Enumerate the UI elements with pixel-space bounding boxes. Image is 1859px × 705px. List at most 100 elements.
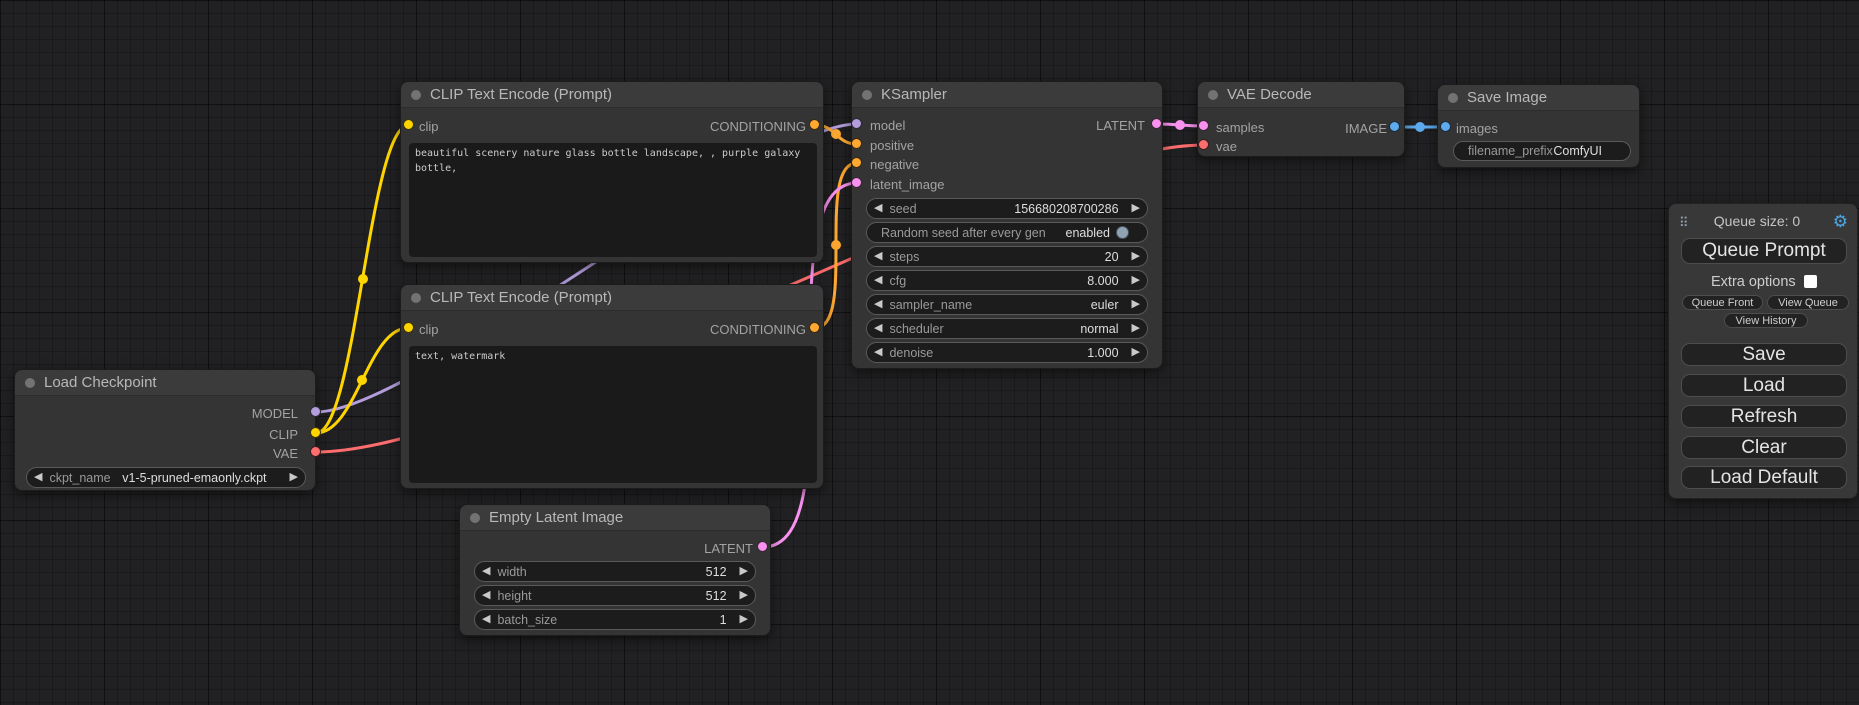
cfg-widget[interactable]: ◀ cfg 8.000 ▶ — [866, 270, 1148, 291]
node-title-bar[interactable]: CLIP Text Encode (Prompt) — [401, 285, 823, 311]
increment-arrow-icon[interactable]: ▶ — [733, 586, 755, 605]
toggle-circle-icon[interactable] — [1116, 226, 1129, 239]
collapse-dot-icon[interactable] — [470, 513, 480, 523]
increment-arrow-icon[interactable]: ▶ — [283, 468, 305, 487]
scheduler-widget[interactable]: ◀ scheduler normal ▶ — [866, 318, 1148, 339]
decrement-arrow-icon[interactable]: ◀ — [867, 319, 889, 338]
node-title-bar[interactable]: Save Image — [1438, 85, 1639, 111]
random-seed-widget[interactable]: Random seed after every gen enabled — [866, 222, 1148, 243]
decrement-arrow-icon[interactable]: ◀ — [867, 199, 889, 218]
filename-prefix-widget[interactable]: filename_prefix ComfyUI — [1453, 141, 1631, 161]
collapse-dot-icon[interactable] — [25, 378, 35, 388]
port-clip-input-negative[interactable] — [403, 322, 414, 333]
collapse-dot-icon[interactable] — [411, 293, 421, 303]
widget-value: 1.000 — [1087, 346, 1118, 360]
increment-arrow-icon[interactable]: ▶ — [1125, 199, 1147, 218]
node-vae-decode[interactable]: VAE Decode samples vae IMAGE — [1197, 81, 1405, 157]
extra-options-checkbox[interactable] — [1804, 275, 1817, 288]
node-load-checkpoint[interactable]: Load Checkpoint MODEL CLIP VAE ◀ ckpt_na… — [14, 369, 316, 491]
link-midpoint-dot[interactable] — [831, 129, 841, 139]
gear-icon[interactable]: ⚙ — [1833, 212, 1848, 232]
node-title-bar[interactable]: VAE Decode — [1198, 82, 1404, 108]
widget-label: batch_size — [497, 613, 719, 627]
prompt-textarea[interactable]: text, watermark — [409, 346, 817, 483]
node-ksampler[interactable]: KSampler model positive negative latent_… — [851, 81, 1163, 369]
collapse-dot-icon[interactable] — [862, 90, 872, 100]
batch-size-widget[interactable]: ◀ batch_size 1 ▶ — [474, 609, 756, 630]
link-midpoint-dot[interactable] — [358, 274, 368, 284]
decrement-arrow-icon[interactable]: ◀ — [867, 343, 889, 362]
port-conditioning-output-positive[interactable] — [809, 119, 820, 130]
port-latent-output-empty[interactable] — [757, 541, 768, 552]
port-image-output[interactable] — [1389, 121, 1400, 132]
increment-arrow-icon[interactable]: ▶ — [733, 562, 755, 581]
port-vae-input[interactable] — [1198, 139, 1209, 150]
node-title-bar[interactable]: Empty Latent Image — [460, 505, 770, 531]
input-label-vae: vae — [1216, 138, 1237, 155]
load-default-button[interactable]: Load Default — [1681, 466, 1847, 489]
port-conditioning-output-negative[interactable] — [809, 322, 820, 333]
decrement-arrow-icon[interactable]: ◀ — [867, 295, 889, 314]
node-save-image[interactable]: Save Image images filename_prefix ComfyU… — [1437, 84, 1640, 168]
increment-arrow-icon[interactable]: ▶ — [1125, 343, 1147, 362]
collapse-dot-icon[interactable] — [1208, 90, 1218, 100]
port-latent-image-input[interactable] — [851, 177, 862, 188]
link-midpoint-dot[interactable] — [357, 375, 367, 385]
save-button[interactable]: Save — [1681, 343, 1847, 366]
seed-widget[interactable]: ◀ seed 156680208700286 ▶ — [866, 198, 1148, 219]
view-queue-button[interactable]: View Queue — [1767, 295, 1849, 310]
view-history-button[interactable]: View History — [1724, 313, 1808, 328]
input-label-latent-image: latent_image — [870, 176, 944, 193]
node-title: Load Checkpoint — [44, 374, 157, 391]
increment-arrow-icon[interactable]: ▶ — [1125, 319, 1147, 338]
node-empty-latent-image[interactable]: Empty Latent Image LATENT ◀ width 512 ▶ … — [459, 504, 771, 636]
port-vae-output[interactable] — [310, 446, 321, 457]
width-widget[interactable]: ◀ width 512 ▶ — [474, 561, 756, 582]
decrement-arrow-icon[interactable]: ◀ — [475, 586, 497, 605]
denoise-widget[interactable]: ◀ denoise 1.000 ▶ — [866, 342, 1148, 363]
node-title-bar[interactable]: KSampler — [852, 82, 1162, 108]
link-midpoint-dot[interactable] — [1175, 120, 1185, 130]
clear-button[interactable]: Clear — [1681, 436, 1847, 459]
load-button[interactable]: Load — [1681, 374, 1847, 397]
node-title-bar[interactable]: Load Checkpoint — [15, 370, 315, 396]
widget-label: ckpt_name — [49, 471, 122, 485]
queue-front-button[interactable]: Queue Front — [1682, 295, 1763, 310]
increment-arrow-icon[interactable]: ▶ — [1125, 295, 1147, 314]
port-model-output[interactable] — [310, 406, 321, 417]
link-midpoint-dot[interactable] — [1415, 122, 1425, 132]
node-title: VAE Decode — [1227, 86, 1312, 103]
port-positive-input[interactable] — [851, 138, 862, 149]
node-clip-text-encode-negative[interactable]: CLIP Text Encode (Prompt) clip CONDITION… — [400, 284, 824, 489]
decrement-arrow-icon[interactable]: ◀ — [475, 562, 497, 581]
ckpt-name-widget[interactable]: ◀ ckpt_name v1-5-pruned-emaonly.ckpt ▶ — [26, 467, 306, 488]
sampler-name-widget[interactable]: ◀ sampler_name euler ▶ — [866, 294, 1148, 315]
refresh-button[interactable]: Refresh — [1681, 405, 1847, 428]
steps-widget[interactable]: ◀ steps 20 ▶ — [866, 246, 1148, 267]
decrement-arrow-icon[interactable]: ◀ — [475, 610, 497, 629]
collapse-dot-icon[interactable] — [411, 90, 421, 100]
port-negative-input[interactable] — [851, 157, 862, 168]
widget-label: height — [497, 589, 705, 603]
port-samples-input[interactable] — [1198, 120, 1209, 131]
port-model-input[interactable] — [851, 118, 862, 129]
prompt-textarea[interactable]: beautiful scenery nature glass bottle la… — [409, 143, 817, 257]
increment-arrow-icon[interactable]: ▶ — [1125, 247, 1147, 266]
port-latent-output-ksampler[interactable] — [1151, 118, 1162, 129]
graph-canvas[interactable]: Load Checkpoint MODEL CLIP VAE ◀ ckpt_na… — [0, 0, 1859, 705]
link-midpoint-dot[interactable] — [831, 240, 841, 250]
decrement-arrow-icon[interactable]: ◀ — [867, 247, 889, 266]
port-clip-output[interactable] — [310, 427, 321, 438]
collapse-dot-icon[interactable] — [1448, 93, 1458, 103]
decrement-arrow-icon[interactable]: ◀ — [867, 271, 889, 290]
height-widget[interactable]: ◀ height 512 ▶ — [474, 585, 756, 606]
input-label-clip: clip — [419, 321, 439, 338]
decrement-arrow-icon[interactable]: ◀ — [27, 468, 49, 487]
port-images-input[interactable] — [1440, 121, 1451, 132]
increment-arrow-icon[interactable]: ▶ — [733, 610, 755, 629]
increment-arrow-icon[interactable]: ▶ — [1125, 271, 1147, 290]
port-clip-input-positive[interactable] — [403, 119, 414, 130]
queue-prompt-button[interactable]: Queue Prompt — [1681, 238, 1847, 264]
node-clip-text-encode-positive[interactable]: CLIP Text Encode (Prompt) clip CONDITION… — [400, 81, 824, 263]
node-title-bar[interactable]: CLIP Text Encode (Prompt) — [401, 82, 823, 108]
